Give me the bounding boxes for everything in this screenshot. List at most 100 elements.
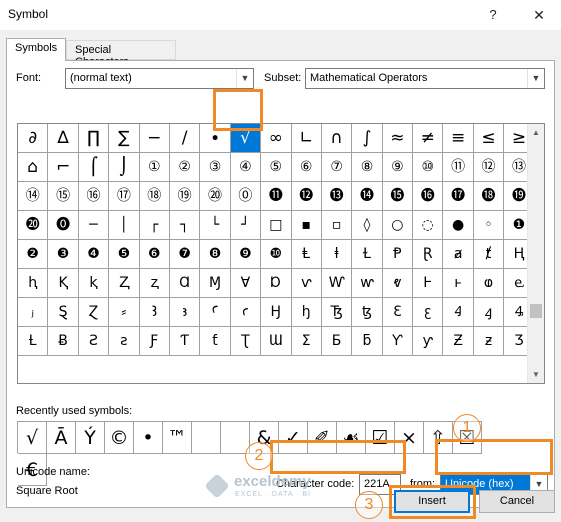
tab-symbols[interactable]: Symbols <box>6 38 66 61</box>
symbol-cell[interactable]: ꜩ <box>352 298 383 327</box>
recent-symbol-cell[interactable]: Ā <box>47 422 76 454</box>
symbol-cell[interactable]: ⌂ <box>18 153 49 182</box>
chevron-down-icon[interactable]: ▼ <box>527 69 544 88</box>
recent-symbol-cell[interactable]: ☑ <box>366 422 395 454</box>
symbol-cell[interactable]: ⑨ <box>382 153 414 182</box>
symbol-cell[interactable]: ⱶ <box>443 269 474 298</box>
symbol-cell[interactable]: Ƀ <box>48 327 79 356</box>
symbol-cell[interactable]: Ꜭ <box>443 298 474 327</box>
symbol-cell[interactable]: ∟ <box>291 124 322 153</box>
symbol-cell[interactable]: ⌐ <box>48 153 79 182</box>
recent-symbol-cell[interactable]: ™ <box>163 422 192 454</box>
symbol-cell[interactable]: Ⱬ <box>109 269 140 298</box>
symbol-cell[interactable]: ❽ <box>200 240 231 269</box>
symbol-cell[interactable]: ƴ <box>413 327 444 356</box>
symbol-cell[interactable]: Ⱳ <box>321 269 353 298</box>
symbol-cell[interactable]: ❻ <box>139 240 170 269</box>
symbol-cell[interactable]: ⑭ <box>18 182 49 211</box>
symbol-cell[interactable]: ⓮ <box>352 182 383 211</box>
symbol-cell[interactable]: ▫ <box>321 211 353 240</box>
chevron-down-icon[interactable]: ▼ <box>236 69 253 88</box>
symbol-cell[interactable]: ❸ <box>48 240 79 269</box>
symbol-cell[interactable]: ❼ <box>169 240 201 269</box>
recent-symbol-cell[interactable]: ✐ <box>308 422 337 454</box>
symbol-cell[interactable]: ◦ <box>473 211 505 240</box>
symbol-cell[interactable]: ⓰ <box>413 182 444 211</box>
symbol-cell[interactable]: Ꜣ <box>139 298 170 327</box>
symbol-cell[interactable]: ⓿ <box>48 211 79 240</box>
symbol-cell[interactable]: ⱥ <box>443 240 474 269</box>
symbol-cell[interactable]: Ɯ <box>261 327 292 356</box>
symbol-cell[interactable]: ⑧ <box>352 153 383 182</box>
symbol-cell[interactable]: ④ <box>230 153 262 182</box>
symbol-cell[interactable]: ❿ <box>261 240 292 269</box>
symbol-cell[interactable]: ⓱ <box>443 182 474 211</box>
symbol-cell[interactable]: ƃ <box>352 327 383 356</box>
insert-button[interactable]: Insert <box>394 490 470 513</box>
symbol-cell[interactable]: ─ <box>78 211 110 240</box>
symbol-cell[interactable]: √ <box>230 124 262 153</box>
symbol-cell[interactable]: ⑩ <box>413 153 444 182</box>
symbol-cell[interactable]: Ɱ <box>200 269 231 298</box>
symbol-cell[interactable]: ∏ <box>78 124 110 153</box>
symbol-cell[interactable]: ꜣ <box>169 298 201 327</box>
symbol-cell[interactable]: Ɫ <box>352 240 383 269</box>
symbol-cell[interactable]: ∆ <box>48 124 79 153</box>
symbol-cell[interactable]: ⑦ <box>321 153 353 182</box>
symbol-cell[interactable]: ⱡ <box>321 240 353 269</box>
symbol-cell[interactable]: │ <box>109 211 140 240</box>
symbol-cell[interactable]: ⑫ <box>473 153 505 182</box>
symbol-cell[interactable]: ⓬ <box>291 182 322 211</box>
symbol-cell[interactable]: ⱱ <box>291 269 322 298</box>
symbol-cell[interactable]: ┐ <box>169 211 201 240</box>
symbol-cell[interactable]: ⓪ <box>230 182 262 211</box>
symbol-cell[interactable]: ┌ <box>139 211 170 240</box>
symbol-cell[interactable]: ▪ <box>291 211 322 240</box>
symbol-cell[interactable]: ② <box>169 153 201 182</box>
symbol-cell[interactable]: Ɒ <box>261 269 292 298</box>
recent-symbol-cell[interactable]: • <box>134 422 163 454</box>
symbol-cell[interactable]: ⑰ <box>109 182 140 211</box>
symbol-cell[interactable]: Ᵽ <box>382 240 414 269</box>
symbol-cell[interactable]: ❷ <box>18 240 49 269</box>
cancel-button[interactable]: Cancel <box>479 490 555 513</box>
close-button[interactable]: ✕ <box>527 4 551 26</box>
symbol-cell[interactable]: Ꜥ <box>200 298 231 327</box>
symbol-cell[interactable]: ⑯ <box>78 182 110 211</box>
scroll-up-icon[interactable]: ▲ <box>528 124 544 141</box>
symbol-cell[interactable]: − <box>139 124 170 153</box>
recent-symbol-cell[interactable]: ☙ <box>337 422 366 454</box>
symbol-cell[interactable]: ⓴ <box>18 211 49 240</box>
symbol-cell[interactable]: ⑱ <box>139 182 170 211</box>
symbol-cell[interactable]: Ƒ <box>139 327 170 356</box>
symbol-cell[interactable]: ⱳ <box>352 269 383 298</box>
symbol-cell[interactable]: ≠ <box>413 124 444 153</box>
tab-special-characters[interactable]: Special Characters <box>66 40 176 68</box>
symbol-cell[interactable]: ❹ <box>78 240 110 269</box>
symbol-cell[interactable]: ∞ <box>261 124 292 153</box>
symbol-cell[interactable]: Ʃ <box>291 327 322 356</box>
symbol-cell[interactable]: ⱦ <box>473 240 505 269</box>
symbol-cell[interactable]: ⑲ <box>169 182 201 211</box>
symbol-cell[interactable]: Ꜩ <box>321 298 353 327</box>
symbol-cell[interactable]: ⓫ <box>261 182 292 211</box>
symbol-cell[interactable]: ƶ <box>473 327 505 356</box>
recent-symbol-cell[interactable]: © <box>105 422 134 454</box>
symbol-cell[interactable]: Ƶ <box>443 327 474 356</box>
symbol-cell[interactable]: ① <box>139 153 170 182</box>
symbol-cell[interactable]: ⱴ <box>382 269 414 298</box>
symbol-cell[interactable]: ┘ <box>230 211 262 240</box>
symbol-cell[interactable]: ≡ <box>443 124 474 153</box>
symbol-cell[interactable]: Ƭ <box>169 327 201 356</box>
help-button[interactable]: ? <box>481 4 505 26</box>
symbol-cell[interactable]: ∂ <box>18 124 49 153</box>
symbol-cell[interactable]: ∩ <box>321 124 353 153</box>
symbol-cell[interactable]: ⑥ <box>291 153 322 182</box>
symbol-cell[interactable]: ○ <box>382 211 414 240</box>
symbol-cell[interactable]: Ɐ <box>230 269 262 298</box>
symbol-cell[interactable]: ⑤ <box>261 153 292 182</box>
symbol-cell[interactable]: □ <box>261 211 292 240</box>
symbol-cell[interactable]: ꜫ <box>413 298 444 327</box>
symbol-cell[interactable]: ∕ <box>169 124 201 153</box>
symbol-cell[interactable]: Ⱡ <box>291 240 322 269</box>
